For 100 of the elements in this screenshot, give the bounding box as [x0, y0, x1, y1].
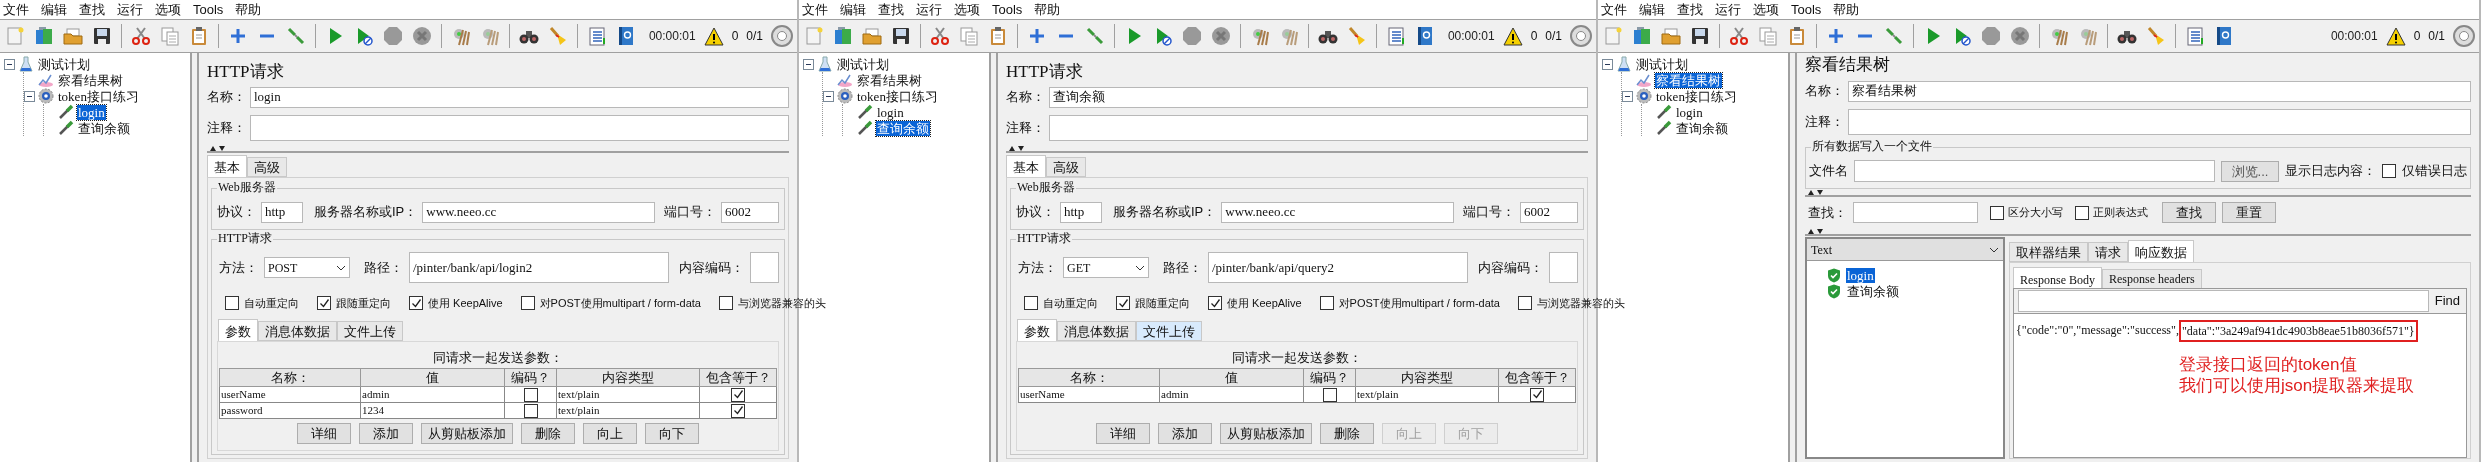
tab[interactable]: Response headers [2102, 269, 2202, 289]
stop-icon[interactable] [383, 26, 403, 46]
tree-item[interactable]: token接口练习 [57, 88, 140, 104]
tab[interactable]: 消息体数据 [258, 321, 337, 341]
cut-icon[interactable] [930, 26, 950, 46]
tree-item[interactable]: 察看结果树 [1655, 72, 1722, 88]
text-field[interactable]: 6002 [1520, 201, 1578, 223]
collapse-node-icon[interactable] [823, 90, 834, 102]
folder-icon[interactable] [862, 26, 882, 46]
text-field[interactable] [1848, 109, 2471, 135]
menu-item[interactable]: 选项 [155, 1, 181, 18]
paste-icon[interactable] [988, 26, 1008, 46]
menu-item[interactable]: 文件 [1601, 1, 1627, 18]
tab[interactable]: 请求 [2088, 242, 2128, 262]
tree-item[interactable]: 测试计划 [37, 56, 91, 72]
gear-broom-icon[interactable] [2049, 26, 2069, 46]
menu-item[interactable]: 帮助 [1833, 1, 1860, 18]
checkbox[interactable] [523, 387, 538, 402]
checkbox[interactable] [731, 387, 745, 402]
gear-broom-icon[interactable] [451, 26, 471, 46]
menu-item[interactable]: Tools [193, 1, 224, 18]
button[interactable]: 向下 [645, 423, 699, 444]
pipettes-icon[interactable] [1085, 26, 1105, 46]
method-dropdown[interactable]: POST [264, 257, 350, 278]
tab[interactable]: 高级 [247, 157, 287, 177]
tree-item[interactable]: 察看结果树 [57, 72, 124, 88]
checkbox[interactable] [1208, 296, 1222, 310]
list-icon[interactable] [1386, 26, 1406, 46]
tab[interactable]: 参数 [218, 319, 258, 341]
menu-item[interactable]: 文件 [802, 1, 828, 18]
menu-item[interactable]: 运行 [1715, 1, 1741, 18]
checkbox[interactable] [1322, 387, 1337, 402]
menu-item[interactable]: 帮助 [235, 1, 262, 18]
books-icon[interactable] [1632, 26, 1652, 46]
broom-icon[interactable] [548, 26, 568, 46]
help-book-icon[interactable] [2214, 26, 2234, 46]
text-field[interactable] [1853, 202, 1978, 223]
menu-item[interactable]: 编辑 [1639, 1, 1665, 18]
column-header[interactable]: 编码？ [1304, 368, 1356, 387]
save-icon[interactable] [92, 26, 112, 46]
column-header[interactable]: 内容类型 [557, 368, 700, 387]
text-field[interactable] [250, 115, 789, 141]
button[interactable]: 从剪贴板添加 [421, 423, 513, 444]
list-icon[interactable] [587, 26, 607, 46]
button[interactable]: 从剪贴板添加 [1220, 423, 1312, 444]
button[interactable]: Find [2428, 290, 2466, 312]
menu-item[interactable]: Tools [1791, 1, 1822, 18]
tab[interactable]: 基本 [1006, 155, 1046, 177]
checkbox[interactable] [1530, 387, 1544, 402]
text-field[interactable] [1049, 115, 1588, 141]
checkbox[interactable] [520, 296, 535, 310]
button[interactable]: 详细 [1096, 423, 1150, 444]
tab[interactable]: 取样器结果 [2009, 242, 2088, 262]
button[interactable]: 向上 [583, 423, 637, 444]
tree-item[interactable]: 测试计划 [836, 56, 890, 72]
plus-icon[interactable] [228, 26, 248, 46]
gear-broom-icon[interactable] [2078, 26, 2098, 46]
text-field[interactable]: 查询余额 [1049, 86, 1588, 108]
tree-item[interactable]: 查询余额 [876, 120, 930, 136]
column-header[interactable]: 名称： [1018, 368, 1160, 387]
menu-item[interactable]: 运行 [117, 1, 143, 18]
paste-icon[interactable] [189, 26, 209, 46]
method-dropdown[interactable]: GET [1063, 257, 1149, 278]
shutdown-icon[interactable] [412, 26, 432, 46]
text-field[interactable]: www.neeo.cc [422, 201, 655, 223]
pipettes-icon[interactable] [286, 26, 306, 46]
tab[interactable]: 响应数据 [2128, 240, 2194, 262]
menu-item[interactable]: 查找 [1677, 1, 1703, 18]
menu-item[interactable]: 编辑 [840, 1, 866, 18]
button[interactable]: 查找 [2162, 202, 2216, 223]
tab[interactable]: 基本 [207, 155, 247, 177]
stop-icon[interactable] [1182, 26, 1202, 46]
help-book-icon[interactable] [616, 26, 636, 46]
menu-item[interactable]: 查找 [878, 1, 904, 18]
button[interactable]: 删除 [1320, 423, 1374, 444]
checkbox[interactable] [317, 296, 331, 310]
tree-item[interactable]: 察看结果树 [856, 72, 923, 88]
text-field[interactable]: 察看结果树 [1848, 80, 2471, 102]
broom-icon[interactable] [2146, 26, 2166, 46]
button[interactable]: 重置 [2222, 202, 2276, 223]
checkbox[interactable] [225, 296, 239, 310]
folder-icon[interactable] [1661, 26, 1681, 46]
tree-item[interactable]: 查询余额 [77, 120, 131, 136]
checkbox[interactable] [1990, 205, 2004, 220]
stop-icon[interactable] [1981, 26, 2001, 46]
column-header[interactable]: 值 [361, 368, 505, 387]
text-field[interactable] [1854, 160, 2215, 182]
pipettes-icon[interactable] [1884, 26, 1904, 46]
tree-item[interactable]: login [1675, 104, 1704, 120]
help-book-icon[interactable] [1415, 26, 1435, 46]
checkbox[interactable] [731, 403, 745, 418]
menu-item[interactable]: 运行 [916, 1, 942, 18]
checkbox[interactable] [718, 296, 733, 310]
text-field[interactable]: http [1060, 201, 1102, 223]
split-arrows-icon[interactable] [1807, 189, 1825, 195]
gear-broom-icon[interactable] [480, 26, 500, 46]
collapse-node-icon[interactable] [4, 58, 15, 70]
tab[interactable]: 高级 [1046, 157, 1086, 177]
warning-icon[interactable] [2385, 26, 2406, 46]
collapse-node-icon[interactable] [803, 58, 814, 70]
